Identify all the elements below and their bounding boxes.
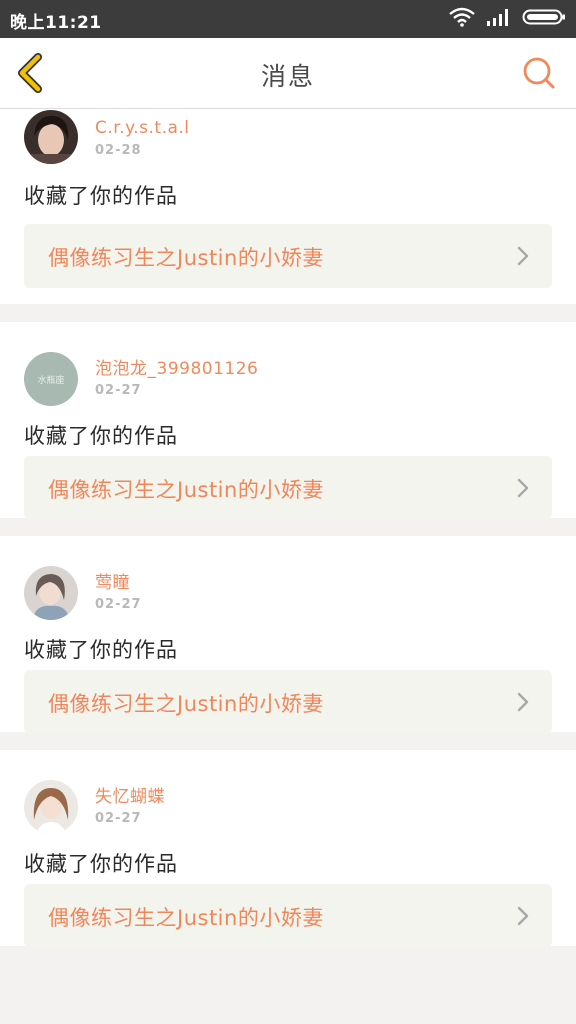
search-icon — [523, 57, 555, 89]
message-date: 02-27 — [95, 383, 142, 398]
page-title: 消息 — [260, 62, 315, 91]
avatar-text: 水瓶座 — [37, 374, 64, 386]
message-date: 02-28 — [95, 143, 142, 158]
chevron-right-icon — [517, 478, 529, 498]
message-date: 02-27 — [95, 597, 142, 612]
work-title: 偶像练习生之Justin的小娇妻 — [48, 478, 324, 502]
username[interactable]: 莺瞳 — [95, 568, 130, 593]
search-button[interactable] — [522, 56, 556, 90]
status-bar: 晚上11:21 — [0, 0, 576, 38]
avatar[interactable] — [24, 110, 78, 164]
message-card: 莺瞳 02-27 收藏了你的作品 偶像练习生之Justin的小娇妻 — [0, 536, 576, 734]
chevron-right-icon — [517, 246, 529, 266]
work-title: 偶像练习生之Justin的小娇妻 — [48, 906, 324, 930]
avatar[interactable] — [24, 780, 78, 834]
battery-icon — [522, 7, 566, 31]
message-card: C.r.y.s.t.a.l 02-28 收藏了你的作品 偶像练习生之Justin… — [0, 109, 576, 304]
username[interactable]: C.r.y.s.t.a.l — [95, 118, 190, 138]
message-card: 水瓶座 泡泡龙_399801126 02-27 收藏了你的作品 偶像练习生之Ju… — [0, 322, 576, 520]
wifi-icon — [448, 7, 476, 31]
message-text: 收藏了你的作品 — [24, 852, 178, 876]
signal-icon — [486, 7, 512, 31]
message-list: C.r.y.s.t.a.l 02-28 收藏了你的作品 偶像练习生之Justin… — [0, 109, 576, 964]
avatar[interactable] — [24, 566, 78, 620]
status-icons — [448, 7, 566, 31]
work-link[interactable]: 偶像练习生之Justin的小娇妻 — [24, 884, 552, 948]
chevron-right-icon — [517, 692, 529, 712]
message-card: 失忆蝴蝶 02-27 收藏了你的作品 偶像练习生之Justin的小娇妻 — [0, 750, 576, 948]
work-title: 偶像练习生之Justin的小娇妻 — [48, 692, 324, 716]
nav-bar: 消息 — [0, 38, 576, 109]
message-date: 02-27 — [95, 811, 142, 826]
avatar[interactable]: 水瓶座 — [24, 352, 78, 406]
message-text: 收藏了你的作品 — [24, 424, 178, 448]
message-text: 收藏了你的作品 — [24, 184, 178, 208]
work-link[interactable]: 偶像练习生之Justin的小娇妻 — [24, 670, 552, 734]
username[interactable]: 失忆蝴蝶 — [95, 782, 165, 807]
chevron-right-icon — [517, 906, 529, 926]
work-title: 偶像练习生之Justin的小娇妻 — [48, 246, 324, 270]
work-link[interactable]: 偶像练习生之Justin的小娇妻 — [24, 456, 552, 520]
work-link[interactable]: 偶像练习生之Justin的小娇妻 — [24, 224, 552, 288]
status-time: 晚上11:21 — [10, 13, 102, 33]
message-text: 收藏了你的作品 — [24, 638, 178, 662]
username[interactable]: 泡泡龙_399801126 — [95, 354, 258, 379]
